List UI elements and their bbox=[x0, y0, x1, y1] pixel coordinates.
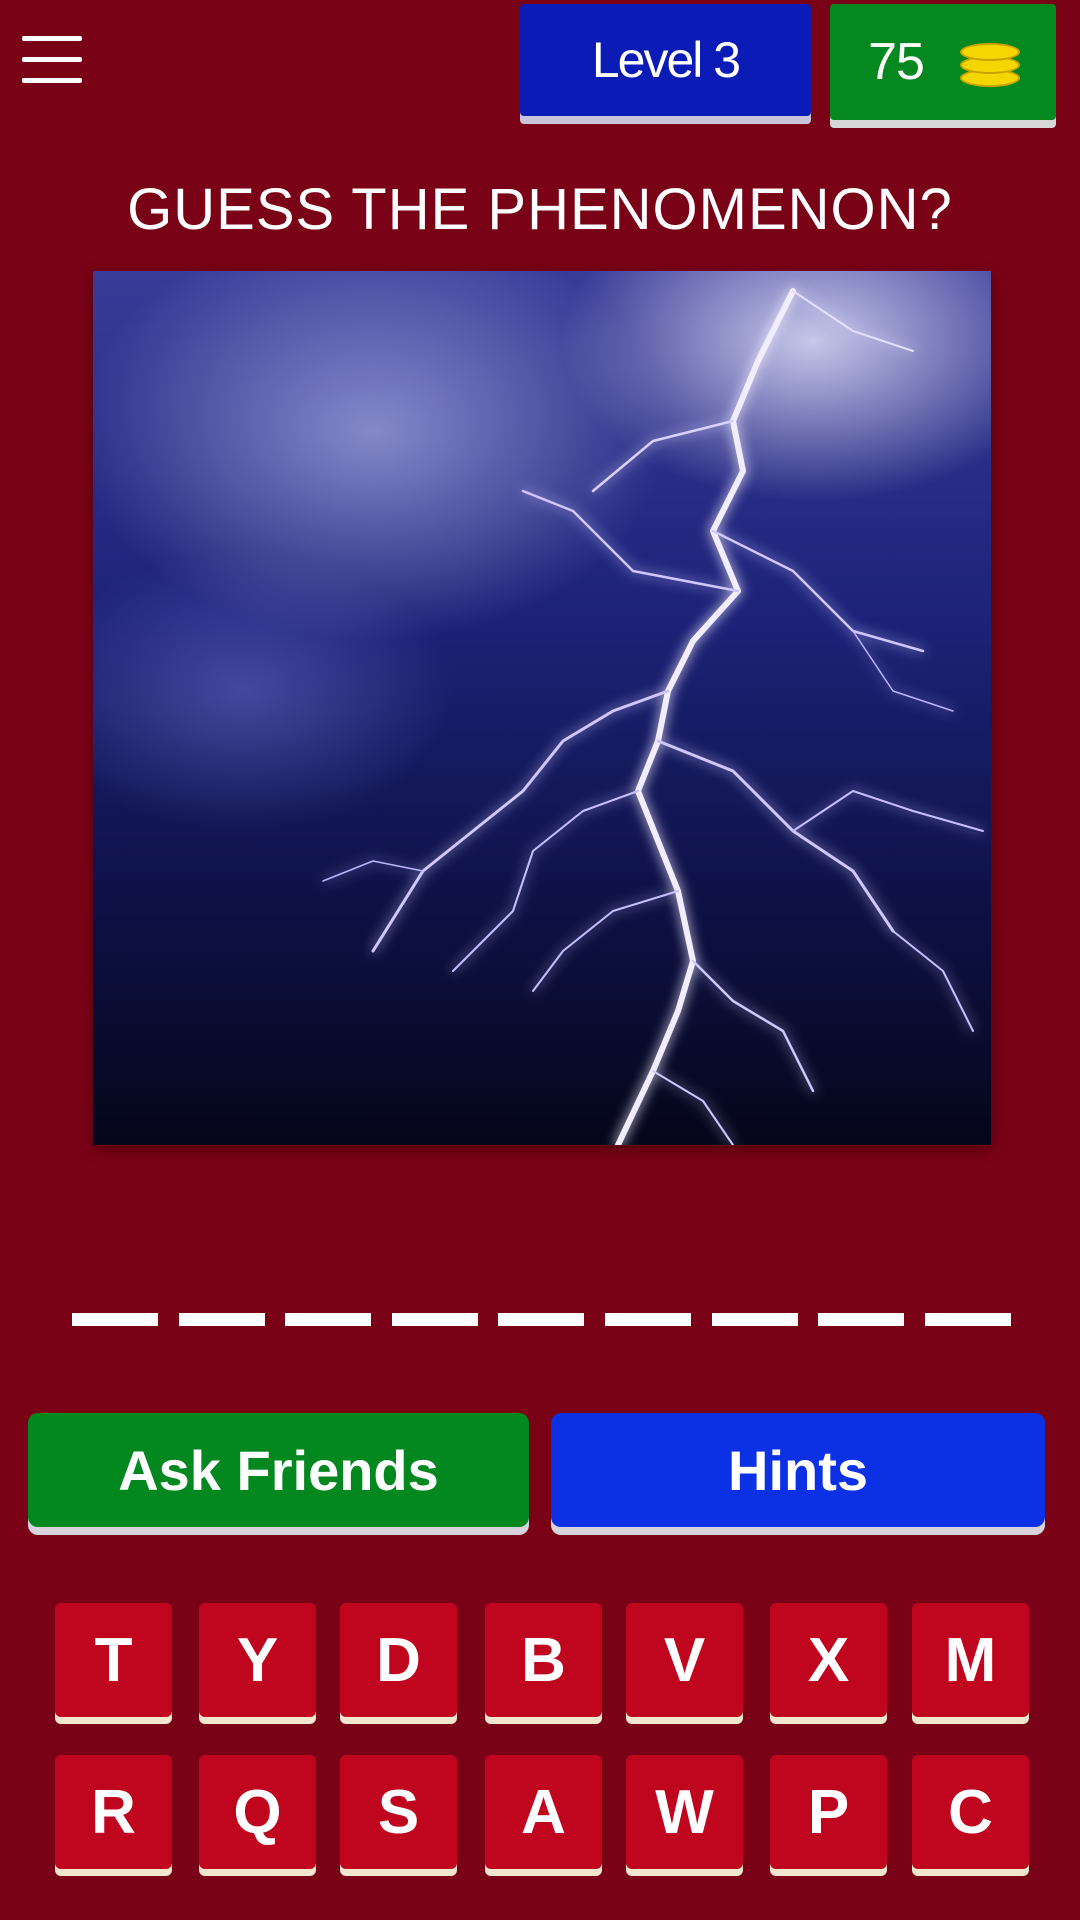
letter-tile[interactable]: C bbox=[912, 1755, 1029, 1869]
letter-tile[interactable]: S bbox=[340, 1755, 457, 1869]
coins-badge[interactable]: 75 bbox=[830, 4, 1056, 120]
answer-slot[interactable] bbox=[285, 1313, 372, 1326]
level-badge: Level 3 bbox=[520, 4, 811, 116]
answer-slot[interactable] bbox=[924, 1313, 1011, 1326]
question-title: GUESS THE PHENOMENON? bbox=[127, 177, 953, 242]
level-label: Level 3 bbox=[591, 32, 741, 88]
answer-slot[interactable] bbox=[72, 1313, 158, 1326]
letter-tile[interactable]: Y bbox=[199, 1603, 316, 1717]
coin-stack-icon bbox=[959, 39, 1020, 87]
letter-tile[interactable]: W bbox=[626, 1755, 743, 1869]
hints-button[interactable]: Hints bbox=[551, 1413, 1045, 1527]
letter-tile[interactable]: T bbox=[55, 1603, 172, 1717]
answer-slots bbox=[72, 1313, 1012, 1327]
ask-friends-button[interactable]: Ask Friends bbox=[28, 1413, 529, 1527]
answer-slot[interactable] bbox=[498, 1313, 585, 1326]
letter-tile[interactable]: X bbox=[770, 1603, 887, 1717]
letter-tile[interactable]: P bbox=[770, 1755, 887, 1869]
coin-count: 75 bbox=[868, 33, 925, 91]
answer-slot[interactable] bbox=[605, 1313, 691, 1326]
letter-tile[interactable]: V bbox=[626, 1603, 743, 1717]
letter-tile[interactable]: Q bbox=[199, 1755, 316, 1869]
letter-tile[interactable]: R bbox=[55, 1755, 172, 1869]
answer-slot[interactable] bbox=[178, 1313, 265, 1326]
hints-label: Hints bbox=[728, 1438, 868, 1502]
puzzle-image bbox=[93, 271, 991, 1145]
lightning-illustration bbox=[322, 288, 984, 1145]
letter-tile[interactable]: B bbox=[485, 1603, 602, 1717]
answer-slot[interactable] bbox=[818, 1313, 905, 1326]
letter-tile[interactable]: D bbox=[340, 1603, 457, 1717]
letter-tile[interactable]: M bbox=[912, 1603, 1029, 1717]
ask-friends-label: Ask Friends bbox=[118, 1438, 439, 1502]
answer-slot[interactable] bbox=[391, 1313, 478, 1326]
answer-slot[interactable] bbox=[711, 1313, 798, 1326]
letter-tile[interactable]: A bbox=[485, 1755, 602, 1869]
menu-icon[interactable] bbox=[22, 36, 82, 88]
